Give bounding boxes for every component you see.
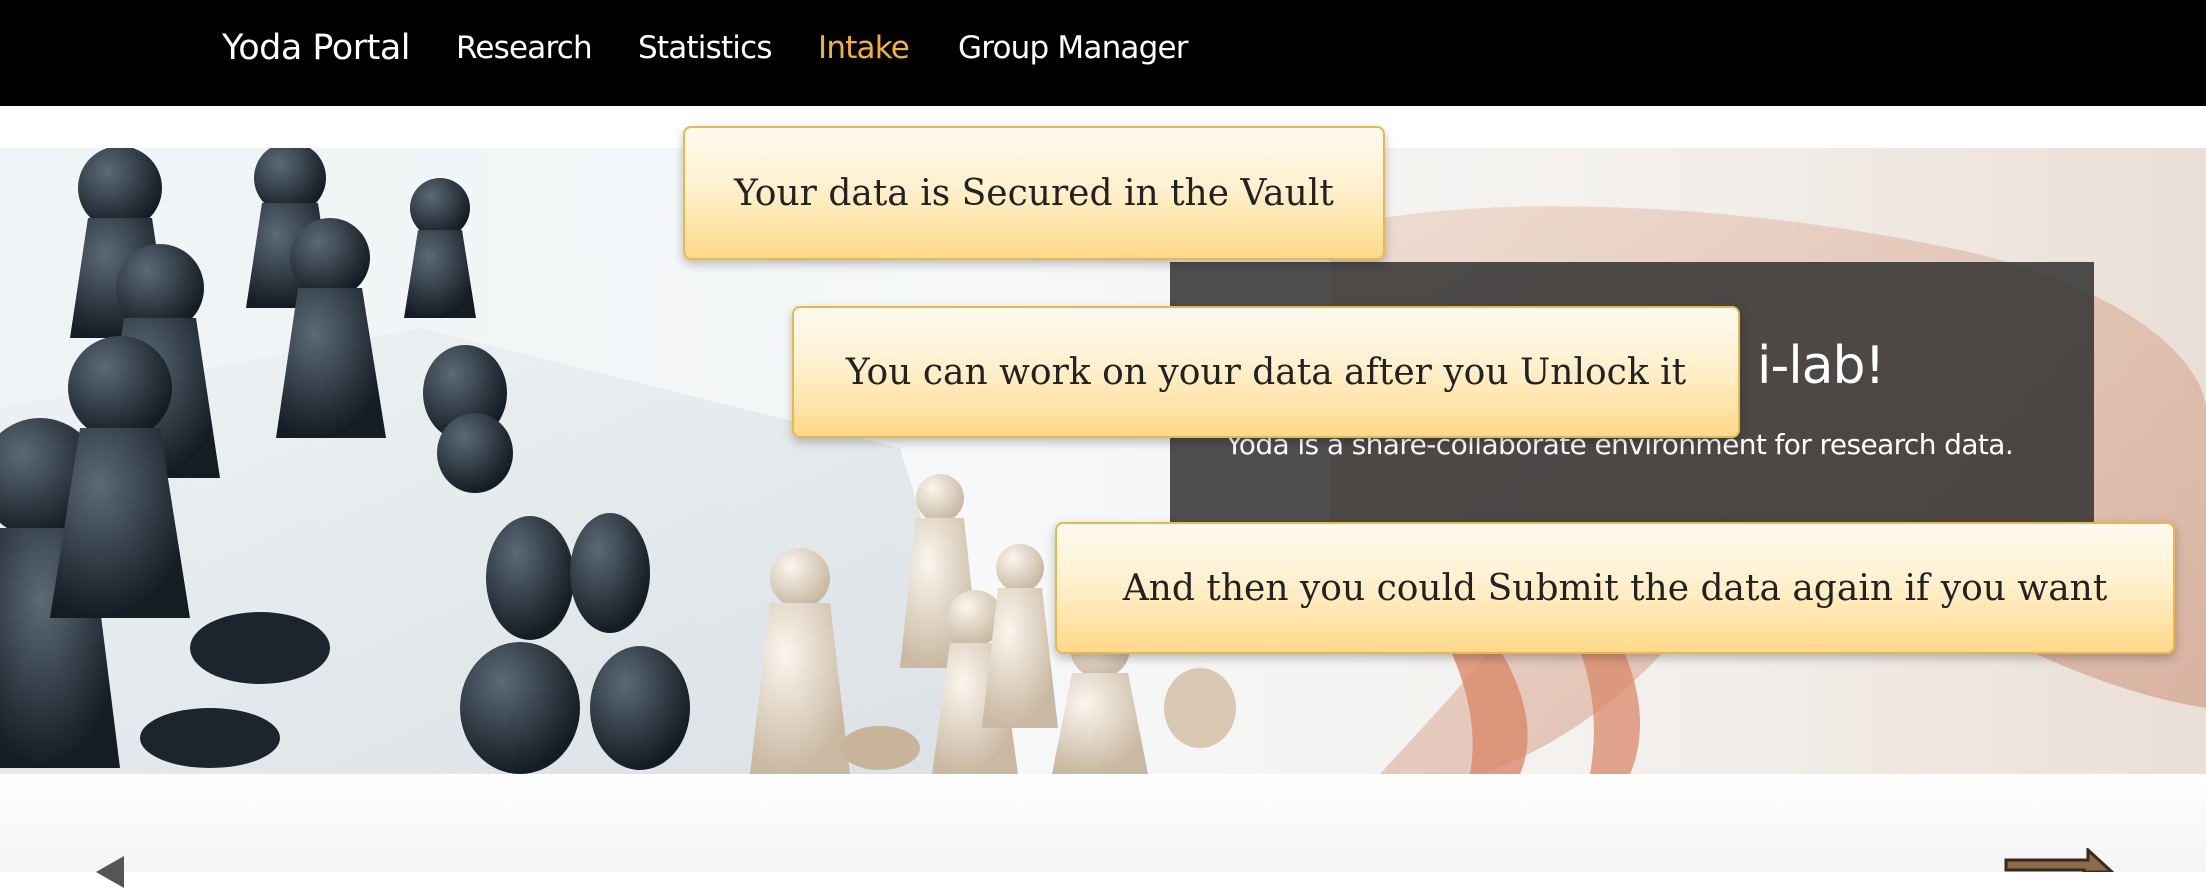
top-navbar: Yoda Portal Research Statistics Intake G… bbox=[0, 0, 2206, 106]
nav-statistics[interactable]: Statistics bbox=[638, 30, 773, 66]
caption-title: i-lab! bbox=[1757, 336, 1885, 396]
bottom-strip bbox=[0, 774, 2206, 872]
navbar-inner: Yoda Portal Research Statistics Intake G… bbox=[0, 0, 2206, 106]
tooltip-submit: And then you could Submit the data again… bbox=[1055, 522, 2175, 654]
brand-link[interactable]: Yoda Portal bbox=[222, 28, 411, 68]
nav-intake[interactable]: Intake bbox=[818, 30, 910, 66]
nav-research[interactable]: Research bbox=[456, 30, 593, 66]
tooltip-unlock: You can work on your data after you Unlo… bbox=[792, 306, 1740, 438]
nav-group-manager[interactable]: Group Manager bbox=[958, 30, 1189, 66]
arrow-right-icon[interactable] bbox=[2004, 848, 2114, 872]
tooltip-vault: Your data is Secured in the Vault bbox=[683, 126, 1385, 260]
arrow-left-icon[interactable] bbox=[96, 856, 124, 888]
